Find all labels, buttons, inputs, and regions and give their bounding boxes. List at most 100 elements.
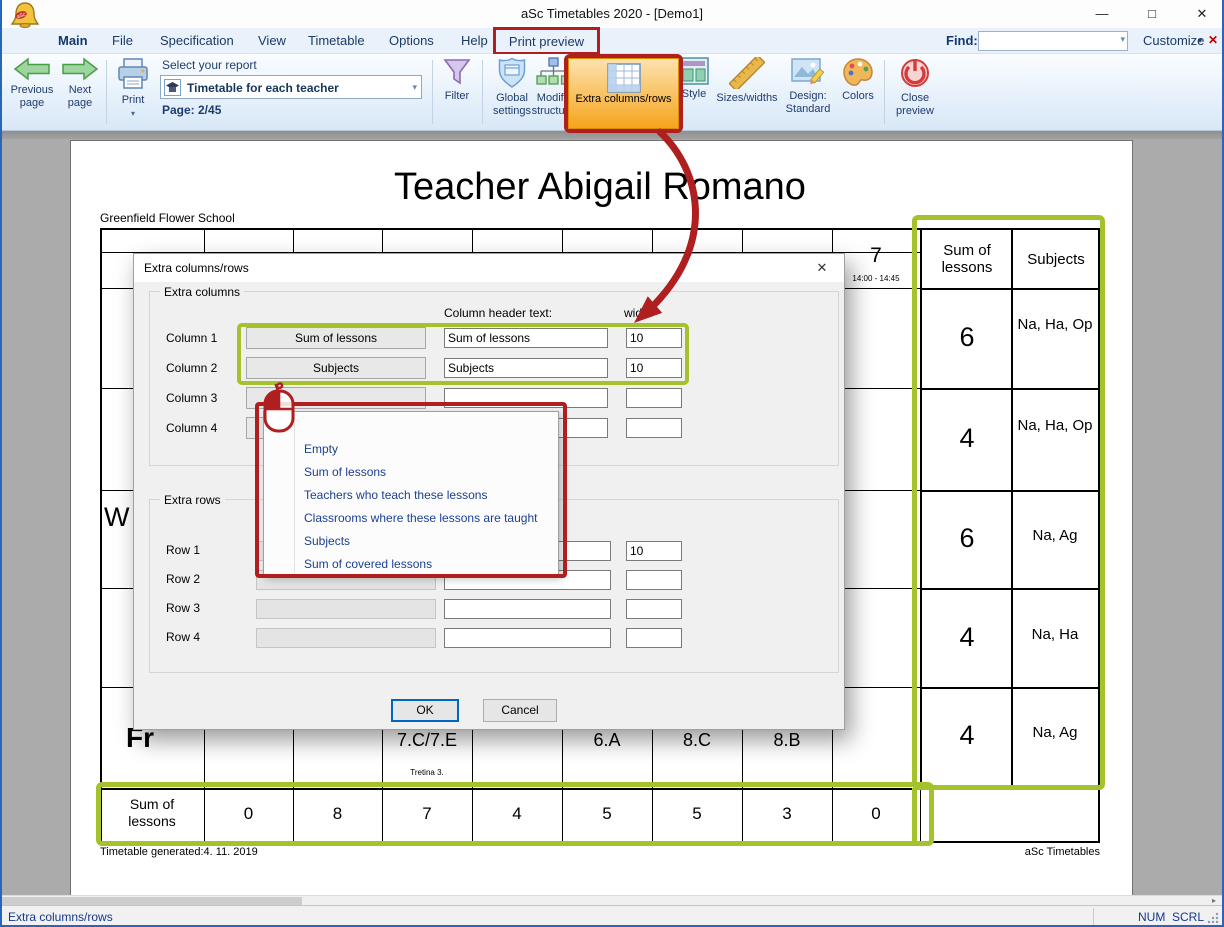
filter-button[interactable]: Filter: [436, 57, 478, 103]
sum-row-value: 0: [832, 804, 920, 824]
extra-columns-rows-dialog: Extra columns/rows ✕ Extra columns Colum…: [133, 253, 845, 730]
menu-item-sum-covered[interactable]: Sum of covered lessons: [304, 553, 432, 576]
column-header-text-label: Column header text:: [444, 306, 552, 320]
sum-row-value: 0: [204, 804, 293, 824]
column-3-width-input[interactable]: [626, 388, 682, 408]
printer-icon: [115, 57, 151, 91]
close-preview-button[interactable]: Close preview: [888, 57, 942, 118]
menu-item-subjects[interactable]: Subjects: [304, 530, 350, 553]
row-3-label: Row 3: [166, 601, 200, 615]
row-4-width-input[interactable]: [626, 628, 682, 648]
column-2-label: Column 2: [166, 361, 217, 375]
sum-row-value: 5: [562, 804, 652, 824]
sum-row-value: 8: [293, 804, 382, 824]
extra-columns-annotation-box: Extra columns/rows: [564, 54, 683, 133]
friday-teacher-note: Tretina 3.: [382, 768, 472, 777]
maximize-button[interactable]: □: [1135, 4, 1169, 24]
shield-icon: [497, 57, 527, 89]
menu-item-sum-of-lessons[interactable]: Sum of lessons: [304, 461, 386, 484]
sum-row-value: 4: [472, 804, 562, 824]
row-3-width-input[interactable]: [626, 599, 682, 619]
row-4-label: Row 4: [166, 630, 200, 644]
report-combobox[interactable]: Timetable for each teacher ▾: [160, 75, 422, 99]
report-value: Timetable for each teacher: [187, 81, 339, 95]
footer-brand: aSc Timetables: [960, 846, 1100, 858]
teacher-report-icon: [164, 79, 181, 96]
palette-icon: [842, 57, 874, 87]
ok-button[interactable]: OK: [391, 699, 459, 722]
subjects-cell: Na, Ha: [1016, 626, 1094, 643]
column-3-label: Column 3: [166, 391, 217, 405]
period-7-time: 14:00 - 14:45: [832, 274, 920, 283]
extra-columns-rows-button[interactable]: Extra columns/rows: [568, 58, 679, 129]
print-preview-annotation-box: Print preview: [493, 27, 600, 55]
sizes-widths-button[interactable]: Sizes/widths: [712, 57, 782, 105]
status-message: Extra columns/rows: [8, 910, 113, 924]
colors-button[interactable]: Colors: [836, 57, 880, 103]
menu-item-teachers[interactable]: Teachers who teach these lessons: [304, 484, 487, 507]
menu-help[interactable]: Help: [461, 33, 488, 48]
customize-menu[interactable]: Customize: [1143, 33, 1204, 48]
select-report-label: Select your report: [162, 59, 257, 72]
scrollbar-thumb[interactable]: [2, 897, 302, 905]
extra-col-header-sum: Sum of lessons: [924, 242, 1010, 276]
resize-grip-icon[interactable]: [1206, 912, 1220, 924]
width-label: width: [624, 306, 652, 320]
row-4-type-button[interactable]: [256, 628, 436, 648]
column-4-width-input[interactable]: [626, 418, 682, 438]
menu-timetable[interactable]: Timetable: [308, 33, 365, 48]
dialog-close-icon[interactable]: ✕: [802, 256, 842, 280]
close-button[interactable]: ✕: [1185, 4, 1219, 24]
style-panels-icon: [679, 57, 709, 85]
find-dropdown-icon[interactable]: ▾: [1120, 34, 1125, 45]
dialog-titlebar[interactable]: Extra columns/rows ✕: [134, 254, 844, 282]
cancel-button[interactable]: Cancel: [483, 699, 557, 722]
column-3-type-button[interactable]: [246, 387, 426, 409]
menu-main[interactable]: Main: [58, 33, 88, 48]
report-dropdown-icon[interactable]: ▾: [412, 82, 417, 93]
menu-file[interactable]: File: [112, 33, 133, 48]
row-3-header-input[interactable]: [444, 599, 611, 619]
previous-page-button[interactable]: Previous page: [8, 57, 56, 110]
menu-view[interactable]: View: [258, 33, 286, 48]
generated-timestamp: Timetable generated:4. 11. 2019: [100, 846, 258, 858]
menu-item-empty[interactable]: Empty: [304, 438, 338, 461]
toolbar-divider: [482, 60, 483, 124]
extra-rows-legend: Extra rows: [160, 493, 225, 507]
funnel-icon: [442, 57, 472, 87]
sum-row-label: Sum of lessons: [112, 796, 192, 830]
sum-cell: 4: [924, 423, 1010, 454]
design-standard-button[interactable]: Design: Standard: [778, 57, 838, 116]
sum-cell: 6: [924, 523, 1010, 554]
minimize-button[interactable]: —: [1085, 4, 1119, 24]
row-3-type-button[interactable]: [256, 599, 436, 619]
row-4-header-input[interactable]: [444, 628, 611, 648]
design-picture-pencil-icon: [791, 57, 825, 87]
column-3-header-input[interactable]: [444, 388, 608, 408]
close-preview-x-icon[interactable]: ✕: [1208, 33, 1218, 47]
table-grid-icon: [607, 63, 641, 93]
row-1-label: Row 1: [166, 543, 200, 557]
horizontal-scrollbar[interactable]: ▸: [0, 895, 1224, 905]
green-connector: [912, 788, 917, 846]
row-2-label: Row 2: [166, 572, 200, 586]
row-1-width-input[interactable]: [626, 541, 682, 561]
find-input[interactable]: ▾: [978, 31, 1128, 51]
row-2-width-input[interactable]: [626, 570, 682, 590]
num-lock-indicator: NUM: [1138, 910, 1165, 924]
extra-columns-table: Sum of lessons Subjects 6 Na, Ha, Op 4 N…: [920, 228, 1100, 788]
friday-cell: 8.C: [652, 730, 742, 751]
next-page-button[interactable]: Next page: [58, 57, 102, 110]
sum-cell: 4: [924, 622, 1010, 653]
dialog-title: Extra columns/rows: [144, 261, 249, 275]
arrow-left-icon: [13, 57, 51, 81]
print-button[interactable]: Print ▾: [110, 57, 156, 120]
menu-options[interactable]: Options: [389, 33, 434, 48]
customize-dropdown-icon[interactable]: ▾: [1198, 36, 1202, 45]
menu-item-classrooms[interactable]: Classrooms where these lessons are taugh…: [304, 507, 537, 530]
menu-specification[interactable]: Specification: [160, 33, 234, 48]
menu-print-preview[interactable]: Print preview: [496, 34, 597, 49]
arrow-right-icon: [61, 57, 99, 81]
report-selector-group: Select your report Timetable for each te…: [160, 57, 430, 117]
green-highlight-dialog-columns: [237, 323, 689, 385]
